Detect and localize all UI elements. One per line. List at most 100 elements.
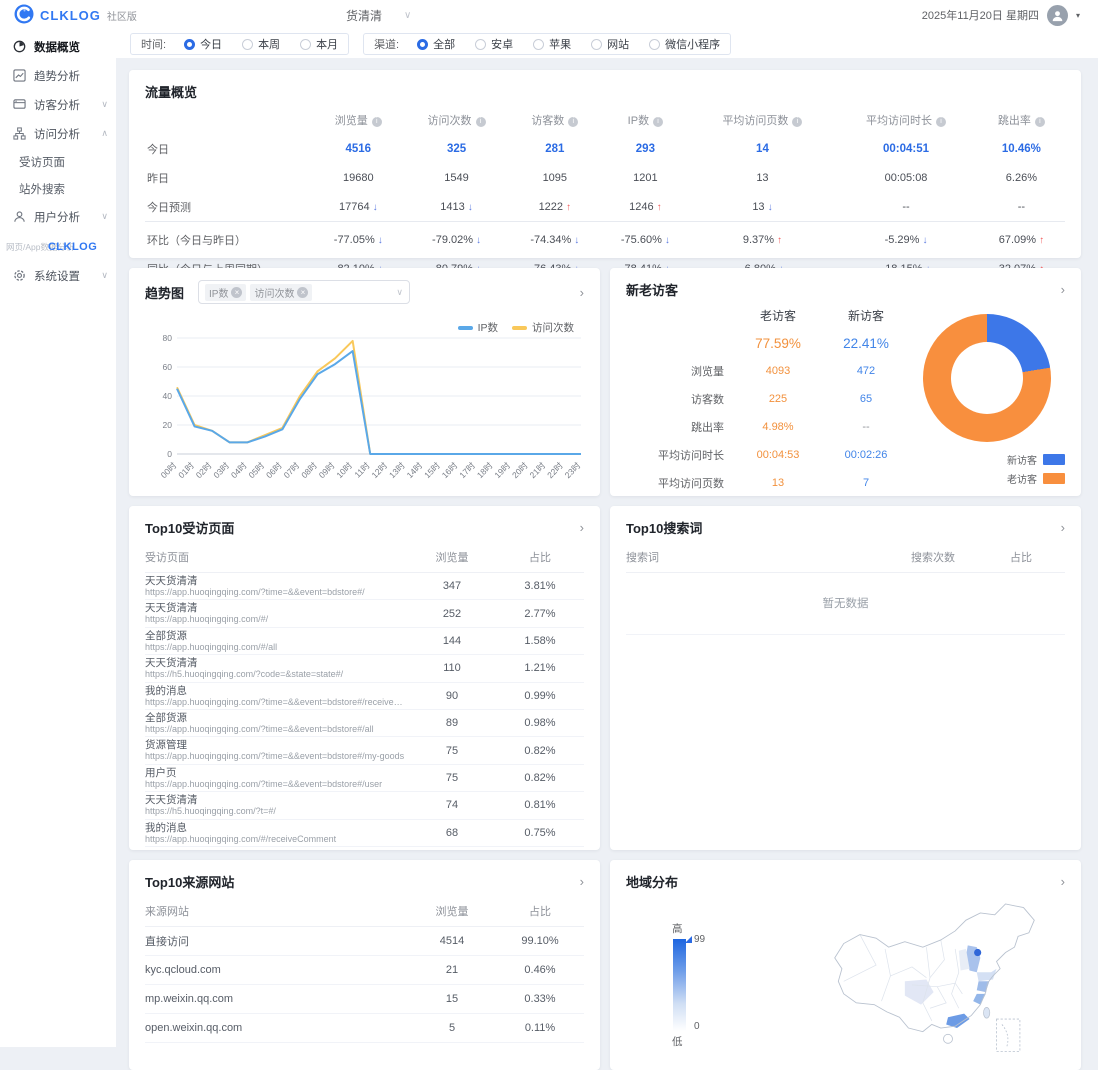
table-header: 来源网站 浏览量 占比 xyxy=(145,903,584,927)
gear-icon xyxy=(12,269,26,283)
sidebar-item-system-settings[interactable]: 系统设置 ∨ xyxy=(0,261,116,290)
radio-option-全部[interactable]: 全部 xyxy=(417,36,455,52)
value-text: 10.46% xyxy=(1002,143,1041,155)
chevron-down-icon: ∨ xyxy=(101,270,108,281)
traffic-overview-table: 浏览量i访问次数i访客数iIP数i平均访问页数i平均访问时长i跳出率i 今日45… xyxy=(145,105,1065,284)
radio-option-本周[interactable]: 本周 xyxy=(242,36,280,52)
legend-item-IP数[interactable]: IP数 xyxy=(458,320,498,335)
table-row[interactable]: 我的消息https://app.huoqingqing.com/?time=&&… xyxy=(145,683,584,710)
row-label: 今日预测 xyxy=(145,192,313,222)
page-title: 全部货源 xyxy=(145,712,408,724)
table-row[interactable]: 天天货清清https://app.huoqingqing.com/#/2522.… xyxy=(145,600,584,627)
svg-text:80: 80 xyxy=(163,333,173,343)
radio-option-微信小程序[interactable]: 微信小程序 xyxy=(649,36,720,52)
card-more-arrow[interactable]: › xyxy=(1061,521,1065,534)
china-map[interactable] xyxy=(794,895,1084,1058)
page-pct: 1.58% xyxy=(496,635,584,647)
channel-filter-group: 渠道: 全部安卓苹果网站微信小程序 xyxy=(363,33,731,55)
page-url: https://app.huoqingqing.com/?time=&&even… xyxy=(145,697,408,707)
table-row[interactable]: 全部货源https://app.huoqingqing.com/?time=&&… xyxy=(145,710,584,737)
radio-option-网站[interactable]: 网站 xyxy=(591,36,629,52)
metric-value: 281 xyxy=(510,134,601,163)
table-row[interactable]: open.weixin.qq.com50.11% xyxy=(145,1014,584,1043)
remove-tag-icon[interactable]: × xyxy=(231,287,242,298)
time-filter-label: 时间: xyxy=(141,36,166,52)
sidebar-item-user-analysis[interactable]: 用户分析 ∨ xyxy=(0,202,116,231)
table-row[interactable]: 用户页https://app.huoqingqing.com/?time=&&e… xyxy=(145,765,584,792)
chevron-down-icon: ∨ xyxy=(101,99,108,110)
svg-text:17时: 17时 xyxy=(457,460,477,480)
metric-value: -77.05%↓ xyxy=(313,222,404,255)
donut-legend-item-新访客[interactable]: 新访客 xyxy=(1007,452,1065,467)
stat-label: 浏览量 xyxy=(632,357,734,385)
metric-value: 19680 xyxy=(313,163,404,192)
project-select[interactable]: 货清清 ∨ xyxy=(346,7,411,24)
radio-option-本月[interactable]: 本月 xyxy=(300,36,338,52)
table-header: 受访页面 浏览量 占比 xyxy=(145,549,584,573)
new-visitor-value: -- xyxy=(822,415,910,439)
table-row[interactable]: 天天货清清https://h5.huoqingqing.com/?code=&s… xyxy=(145,655,584,682)
sidebar-subitem-external-search[interactable]: 站外搜索 xyxy=(0,175,116,202)
trend-chart-icon xyxy=(12,69,26,83)
radio-option-安卓[interactable]: 安卓 xyxy=(475,36,513,52)
card-more-arrow[interactable]: › xyxy=(1061,875,1065,888)
metric-value: 1246↑ xyxy=(600,192,691,222)
table-row[interactable]: 天天货清清https://h5.huoqingqing.com/?t=#/740… xyxy=(145,792,584,819)
value-text: 325 xyxy=(447,143,466,155)
sidebar-item-data-overview[interactable]: 数据概览 xyxy=(0,32,116,61)
sidebar-watermark: 网页/App数据分析 CLKLOG xyxy=(0,231,116,261)
table-row[interactable]: mp.weixin.qq.com150.33% xyxy=(145,985,584,1014)
trend-line-chart: 02040608000时01时02时03时04时05时06时07时08时09时1… xyxy=(145,332,589,498)
radio-option-苹果[interactable]: 苹果 xyxy=(533,36,571,52)
table-row[interactable]: 全部货源https://app.huoqingqing.com/#/all144… xyxy=(145,628,584,655)
sidebar-item-visitor-analysis[interactable]: 访客分析 ∨ xyxy=(0,90,116,119)
card-more-arrow[interactable]: › xyxy=(1061,283,1065,296)
radio-icon xyxy=(242,39,253,50)
current-date: 2025年11月20日 星期四 xyxy=(922,7,1039,23)
column-header: 访客数i xyxy=(510,105,601,134)
radio-label: 本月 xyxy=(316,36,338,52)
svg-text:01时: 01时 xyxy=(176,460,196,480)
table-row[interactable]: kyc.qcloud.com210.46% xyxy=(145,956,584,985)
legend-marker xyxy=(458,326,473,330)
chevron-down-icon[interactable]: ▾ xyxy=(1076,11,1080,20)
chevron-down-icon: ∨ xyxy=(396,287,403,298)
table-row[interactable]: 直接访问451499.10% xyxy=(145,927,584,956)
remove-tag-icon[interactable]: × xyxy=(297,287,308,298)
page-views: 68 xyxy=(408,827,496,839)
page-title: 货源管理 xyxy=(145,739,408,751)
metric-value: 1413↓ xyxy=(404,192,510,222)
value-text: 00:04:51 xyxy=(883,143,929,155)
sidebar-item-visit-analysis[interactable]: 访问分析 ∧ xyxy=(0,119,116,148)
radio-icon xyxy=(649,39,660,50)
donut-legend-item-老访客[interactable]: 老访客 xyxy=(1007,471,1065,486)
legend-item-访问次数[interactable]: 访问次数 xyxy=(512,320,574,335)
metric-value: 14 xyxy=(691,134,835,163)
metric-tag-label: IP数 xyxy=(209,285,228,300)
table-row[interactable]: 天天货清清https://app.huoqingqing.com/?time=&… xyxy=(145,573,584,600)
column-label: 平均访问页数 xyxy=(722,115,788,127)
empty-state: 暂无数据 xyxy=(626,573,1065,635)
value-text: -5.29% xyxy=(885,234,920,246)
source-views: 5 xyxy=(408,1022,496,1034)
table-row: 今日45163252812931400:04:5110.46% xyxy=(145,134,1065,163)
table-row[interactable]: 货源管理https://app.huoqingqing.com/?time=&&… xyxy=(145,737,584,764)
card-more-arrow[interactable]: › xyxy=(580,521,584,534)
sidebar-subitem-visited-pages[interactable]: 受访页面 xyxy=(0,148,116,175)
new-visitor-value: 7 xyxy=(822,471,910,495)
value-text: -- xyxy=(1018,201,1025,213)
radio-option-今日[interactable]: 今日 xyxy=(184,36,222,52)
card-more-arrow[interactable]: › xyxy=(580,875,584,888)
column-header-empty xyxy=(145,105,313,134)
card-more-arrow[interactable]: › xyxy=(580,286,584,299)
avatar[interactable] xyxy=(1047,5,1068,26)
page-name-cell: 用户页https://app.huoqingqing.com/?time=&&e… xyxy=(145,767,408,789)
page-name-cell: 我的消息https://app.huoqingqing.com/?time=&&… xyxy=(145,685,408,707)
sidebar-item-trend-analysis[interactable]: 趋势分析 xyxy=(0,61,116,90)
card-title: 流量概览 xyxy=(145,82,197,101)
table-row[interactable]: 我的消息https://app.huoqingqing.com/#/receiv… xyxy=(145,820,584,847)
page-title: 我的消息 xyxy=(145,822,408,834)
metric-select[interactable]: IP数 × 访问次数 × ∨ xyxy=(198,280,410,304)
radio-label: 网站 xyxy=(607,36,629,52)
value-text: 1201 xyxy=(633,172,657,184)
